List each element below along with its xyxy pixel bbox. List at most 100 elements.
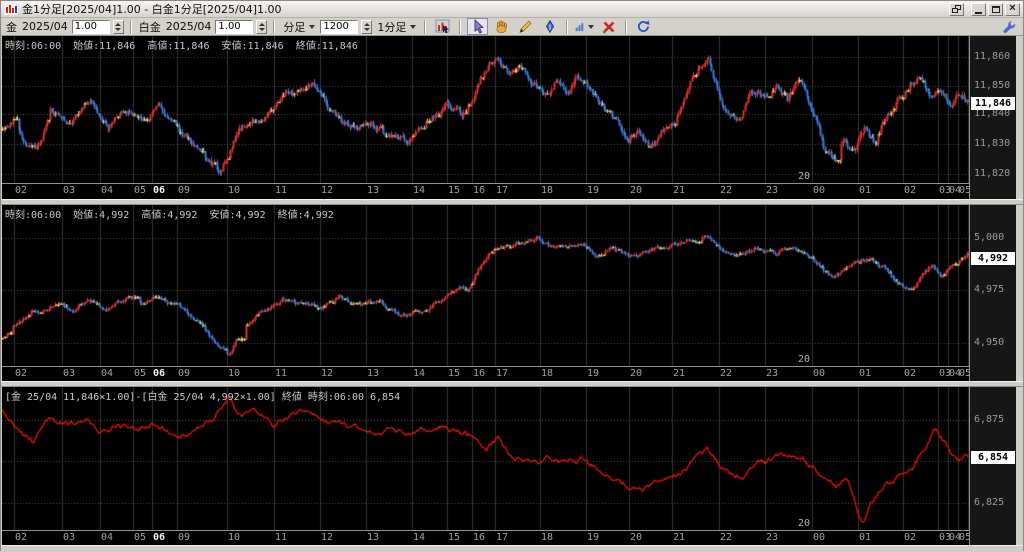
refresh-icon (636, 19, 651, 34)
close-button[interactable]: × (1005, 3, 1020, 16)
x-axis-label: 13 (367, 368, 379, 379)
bar-count-spinner[interactable] (361, 20, 372, 34)
x-axis-label: 02 (15, 532, 27, 543)
bar-type-dropdown[interactable]: 分足 (281, 19, 317, 35)
y-axis-label: 11,860 (974, 51, 1010, 62)
chart-cursor-button[interactable] (432, 18, 453, 35)
chart-style-button[interactable] (574, 18, 595, 35)
x-axis-label: 02 (15, 185, 27, 196)
x-axis-label: 04 (101, 185, 113, 196)
x-axis-label: 16 (473, 368, 485, 379)
refresh-button[interactable] (633, 18, 654, 35)
x-axis-label: 22 (720, 532, 732, 543)
x-axis-label: 15 (448, 532, 460, 543)
x-axis-label: 06 (153, 532, 165, 543)
x-axis-label: 12 (321, 185, 333, 196)
x-axis-label: 13 (367, 532, 379, 543)
x-axis-label: 18 (541, 532, 553, 543)
x-axis-label: 10 (228, 368, 240, 379)
delete-indicator-button[interactable] (598, 18, 619, 35)
x-axis-label: 19 (587, 185, 599, 196)
x-axis-label: 12 (321, 368, 333, 379)
y-axis-label: 11,830 (974, 138, 1010, 149)
x-axis-label: 14 (413, 532, 425, 543)
maximize-button[interactable] (988, 3, 1003, 16)
minimize-button[interactable] (971, 3, 986, 16)
x-axis-label: 00 (813, 185, 825, 196)
interval-label: 1分足 (377, 19, 406, 35)
gold-ohlc-info: 時刻:06:00 始値:11,846 高値:11,846 安値:11,846 終… (5, 37, 358, 52)
cascade-button[interactable] (949, 3, 964, 16)
spread-price-axis: 6,854 6,875 6,825 (969, 387, 1016, 545)
x-axis-label: 04 (101, 368, 113, 379)
x-axis-label: 01 (859, 185, 871, 196)
platinum-plot[interactable]: 時刻:06:00 始値:4,992 高値:4,992 安値:4,992 終値:4… (2, 205, 970, 367)
toolbar-separator (566, 20, 568, 34)
x-axis-label: 06 (153, 368, 165, 379)
y-axis-label: 6,825 (974, 497, 1004, 508)
pen-tool-button[interactable] (539, 18, 560, 35)
platinum-multiplier-input[interactable] (215, 20, 253, 34)
app-icon (4, 3, 18, 15)
spread-time-axis: 0203040506091011121314151617181920212223… (2, 531, 970, 545)
x-axis-label: 20 (630, 368, 642, 379)
x-axis-label: 17 (496, 185, 508, 196)
pan-hand-icon (494, 19, 509, 34)
x-axis-label: 11 (275, 532, 287, 543)
gold-time-axis: 0203040506091011121314151617181920212223… (2, 184, 970, 199)
gold-label: 金 (6, 19, 17, 35)
x-axis-label: 10 (228, 532, 240, 543)
pan-tool-button[interactable] (491, 18, 512, 35)
gold-price-axis: 11,846 11,86011,85011,84011,83011,820 (969, 36, 1016, 199)
spread-last-price-box: 6,854 (971, 451, 1015, 464)
y-axis-label: 4,975 (974, 284, 1004, 295)
spread-chart-canvas (2, 387, 970, 530)
gold-multiplier-input[interactable] (72, 20, 110, 34)
chart-cursor-icon (435, 19, 451, 34)
minimize-icon (975, 12, 982, 14)
x-axis-label: 01 (859, 532, 871, 543)
title-bar[interactable]: 金1分足[2025/04]1.00 - 白金1分足[2025/04]1.00 × (1, 1, 1023, 18)
x-axis-label: 20 (630, 185, 642, 196)
toolbar-separator (459, 20, 461, 34)
x-axis-label: 16 (473, 532, 485, 543)
toolbar-separator (424, 20, 426, 34)
x-axis-label: 21 (673, 532, 685, 543)
x-axis-label: 17 (496, 368, 508, 379)
platinum-ohlc-info: 時刻:06:00 始値:4,992 高値:4,992 安値:4,992 終値:4… (5, 206, 334, 221)
gold-plot[interactable]: 時刻:06:00 始値:11,846 高値:11,846 安値:11,846 終… (2, 36, 970, 184)
x-axis-label: 15 (448, 368, 460, 379)
gold-chart-canvas (2, 36, 970, 183)
toolbar-separator (130, 20, 132, 34)
y-axis-label: 4,950 (974, 337, 1004, 348)
spread-info: [金 25/04 11,846×1.00]-[白金 25/04 4,992×1.… (5, 388, 400, 403)
x-axis-label: 00 (813, 368, 825, 379)
y-axis-label: 6,875 (974, 414, 1004, 425)
wrench-icon (1002, 20, 1016, 34)
bar-count-input[interactable] (320, 20, 358, 34)
interval-dropdown[interactable]: 1分足 (375, 19, 418, 35)
x-axis-label: 02 (904, 185, 916, 196)
gold-multiplier-spinner[interactable] (113, 20, 124, 34)
settings-button[interactable] (998, 18, 1019, 35)
toolbar: 金 2025/04 白金 2025/04 分足 1分足 (1, 18, 1023, 36)
platinum-multiplier-spinner[interactable] (256, 20, 267, 34)
x-axis-label: 19 (587, 368, 599, 379)
platinum-last-price-box: 4,992 (971, 252, 1015, 265)
x-axis-label: 13 (367, 185, 379, 196)
x-axis-label: 03 (63, 368, 75, 379)
x-axis-label: 09 (178, 368, 190, 379)
x-axis-label: 00 (813, 532, 825, 543)
platinum-time-axis: 0203040506091011121314151617181920212223… (2, 367, 970, 381)
spread-plot[interactable]: [金 25/04 11,846×1.00]-[白金 25/04 4,992×1.… (2, 387, 970, 531)
x-axis-label: 03 (63, 185, 75, 196)
day-marker-label: 20 (798, 518, 810, 529)
x-axis-label: 05 (134, 368, 146, 379)
x-axis-label: 10 (228, 185, 240, 196)
y-axis-label: 11,820 (974, 168, 1010, 179)
pencil-tool-button[interactable] (515, 18, 536, 35)
x-axis-label: 03 (63, 532, 75, 543)
select-tool-button[interactable] (467, 18, 488, 35)
x-axis-label: 22 (720, 185, 732, 196)
x-axis-label: 09 (178, 185, 190, 196)
